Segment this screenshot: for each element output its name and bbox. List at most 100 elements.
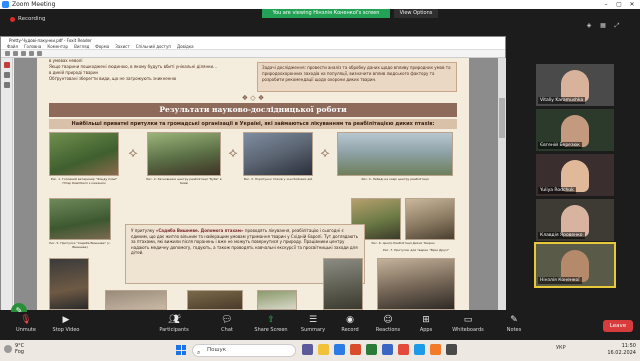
recording-indicator[interactable]: Recording xyxy=(6,14,50,24)
search-icon: ⌕ xyxy=(197,349,201,356)
pdf-page: в умовах неволі Якщо тварини пошкоджені … xyxy=(37,58,469,310)
apps-button[interactable]: ⊞ Apps xyxy=(406,314,446,338)
taskbar-search-input[interactable]: ⌕ Пошук xyxy=(192,344,296,357)
unmute-button[interactable]: 🎙︎ Unmute xyxy=(6,314,46,338)
participant-name: Vitaliy Karamushka xyxy=(538,97,586,104)
record-label: Record xyxy=(341,327,359,333)
photo-swans-lake xyxy=(337,132,453,176)
windows-start-icon[interactable] xyxy=(176,345,186,355)
bookmark-icon[interactable] xyxy=(4,62,10,68)
participant-tile[interactable]: Yuliya Rodchuk xyxy=(536,154,614,196)
search-placeholder: Пошук xyxy=(207,347,227,353)
edge-icon[interactable] xyxy=(414,344,425,355)
menu-item[interactable]: Спільний доступ xyxy=(136,44,171,49)
chat-label: Chat xyxy=(221,327,233,333)
menu-item[interactable]: Вигляд xyxy=(74,44,89,49)
shared-app-sidebar xyxy=(1,58,13,310)
participant-name: Нінзлія Коненкої xyxy=(538,277,582,284)
excel-icon[interactable] xyxy=(366,344,377,355)
notes-label: Notes xyxy=(506,327,522,333)
text-line: Обґрунтовані зберегти види, що не загрож… xyxy=(49,76,177,81)
caption-7: Рис. 7. Притулок для тварин "Вірні Друзі… xyxy=(383,248,449,252)
minimize-button[interactable]: – xyxy=(600,0,612,9)
summary-button[interactable]: ☰ Summary xyxy=(293,314,333,338)
system-clock[interactable]: 11:50 16.02.2024 xyxy=(606,343,636,357)
pages-icon[interactable] xyxy=(4,72,10,78)
share-screen-button[interactable]: ⇧ Share Screen xyxy=(251,314,291,338)
language-indicator[interactable]: УКР xyxy=(556,345,566,351)
scrollbar-thumb[interactable] xyxy=(499,98,505,138)
window-title: Zoom Meeting xyxy=(12,1,56,8)
participant-tile[interactable]: Євгеній Березюк xyxy=(536,109,614,151)
participants-label: Participants xyxy=(159,327,189,333)
menu-item[interactable]: Файл xyxy=(7,44,18,49)
share-screen-icon: ⇧ xyxy=(267,315,275,325)
participant-name: Клавдія Яровенко xyxy=(538,232,585,239)
participants-button[interactable]: 👥︎ 5 Participants xyxy=(154,314,194,338)
photo-bird-rescue xyxy=(243,132,313,176)
shelter-name-highlight: «Садиба Вишневе. Допомога птахам» xyxy=(155,228,244,233)
zoom-tool-icon[interactable] xyxy=(21,51,26,56)
menu-item[interactable]: Довідка xyxy=(177,44,194,49)
close-window-button[interactable]: ✕ xyxy=(626,0,638,9)
clock-date: 16.02.2024 xyxy=(607,350,636,356)
windows-taskbar: 9°C Fog ⌕ Пошук УКР 11:50 16.02.2024 xyxy=(0,340,640,361)
powerpoint-icon[interactable] xyxy=(350,344,361,355)
firefox-icon[interactable] xyxy=(430,344,441,355)
gallery-view-icon[interactable]: ▦ xyxy=(598,22,608,29)
leave-button[interactable]: Leave xyxy=(603,320,633,332)
whiteboards-button[interactable]: ▭ Whiteboards xyxy=(448,314,488,338)
shield-icon[interactable]: ◈ xyxy=(584,22,594,29)
participant-name: Євгеній Березюк xyxy=(538,142,582,149)
ornament-divider: ❖ ◇ ❖ xyxy=(241,94,265,102)
summary-label: Summary xyxy=(300,327,326,333)
description-intro: У притулку xyxy=(131,228,156,233)
select-tool-icon[interactable] xyxy=(13,51,18,56)
top-left-text: в умовах неволі Якщо тварини пошкоджені … xyxy=(49,58,239,94)
ornament-icon: ⟡ xyxy=(128,145,138,161)
meeting-controls-bar: 🎙︎ Unmute ▶︎ Stop Video 👥︎ 5 Participant… xyxy=(0,312,640,340)
whiteboards-label: Whiteboards xyxy=(452,327,484,333)
reactions-button[interactable]: ☺ Reactions xyxy=(368,314,408,338)
participant-tile[interactable]: Vitaliy Karamushka xyxy=(536,64,614,106)
menu-item[interactable]: Головна xyxy=(24,44,41,49)
photo-man-owl xyxy=(405,198,455,240)
chat-button[interactable]: 💬︎ Chat xyxy=(207,314,247,338)
participant-tile-active-speaker[interactable]: Нінзлія Коненкої xyxy=(534,242,616,288)
word-icon[interactable] xyxy=(382,344,393,355)
recording-label: Recording xyxy=(18,16,46,22)
print-icon[interactable] xyxy=(37,51,42,56)
view-options-button[interactable]: View Options xyxy=(394,9,438,18)
pdf-reader-icon[interactable] xyxy=(398,344,409,355)
document-scrollbar[interactable] xyxy=(498,58,506,310)
shared-app-title: Pretty-Чудові-пакунки.pdf - Foxit Reader xyxy=(9,38,92,43)
settings-icon[interactable] xyxy=(446,344,457,355)
apps-label: Apps xyxy=(419,327,433,333)
menu-item[interactable]: Коментар xyxy=(47,44,68,49)
maximize-button[interactable]: ▢ xyxy=(613,0,625,9)
photo-lemur xyxy=(49,258,89,310)
shared-app-toolbar xyxy=(1,50,505,58)
notes-button[interactable]: ✎ Notes xyxy=(494,314,534,338)
file-explorer-icon[interactable] xyxy=(318,344,329,355)
fullscreen-icon[interactable]: ⤢ xyxy=(612,22,622,29)
shared-app-title-bar: Pretty-Чудові-пакунки.pdf - Foxit Reader xyxy=(1,37,505,44)
menu-item[interactable]: Захист xyxy=(115,44,130,49)
zoom-app-icon xyxy=(2,1,9,8)
hand-tool-icon[interactable] xyxy=(5,51,10,56)
task-view-icon[interactable] xyxy=(302,344,313,355)
menu-item[interactable]: Форма xyxy=(95,44,109,49)
participants-video-panel: Vitaliy Karamushka Євгеній Березюк Yuliy… xyxy=(534,64,616,289)
attachment-icon[interactable] xyxy=(4,82,10,88)
stop-video-button[interactable]: ▶︎ Stop Video xyxy=(46,314,86,338)
participant-tile[interactable]: Клавдія Яровенко xyxy=(536,199,614,241)
photo-hawk xyxy=(187,290,243,310)
zoom-window: Zoom Meeting – ▢ ✕ Recording You are vie… xyxy=(0,0,640,361)
apps-grid-icon: ⊞ xyxy=(422,315,430,325)
weather-widget[interactable]: 9°C Fog xyxy=(4,343,24,355)
snapshot-icon[interactable] xyxy=(29,51,34,56)
reactions-label: Reactions xyxy=(375,327,401,333)
record-button[interactable]: ◉ Record xyxy=(330,314,370,338)
zoom-taskbar-icon[interactable] xyxy=(334,344,345,355)
photo-stork-handling xyxy=(377,258,455,310)
